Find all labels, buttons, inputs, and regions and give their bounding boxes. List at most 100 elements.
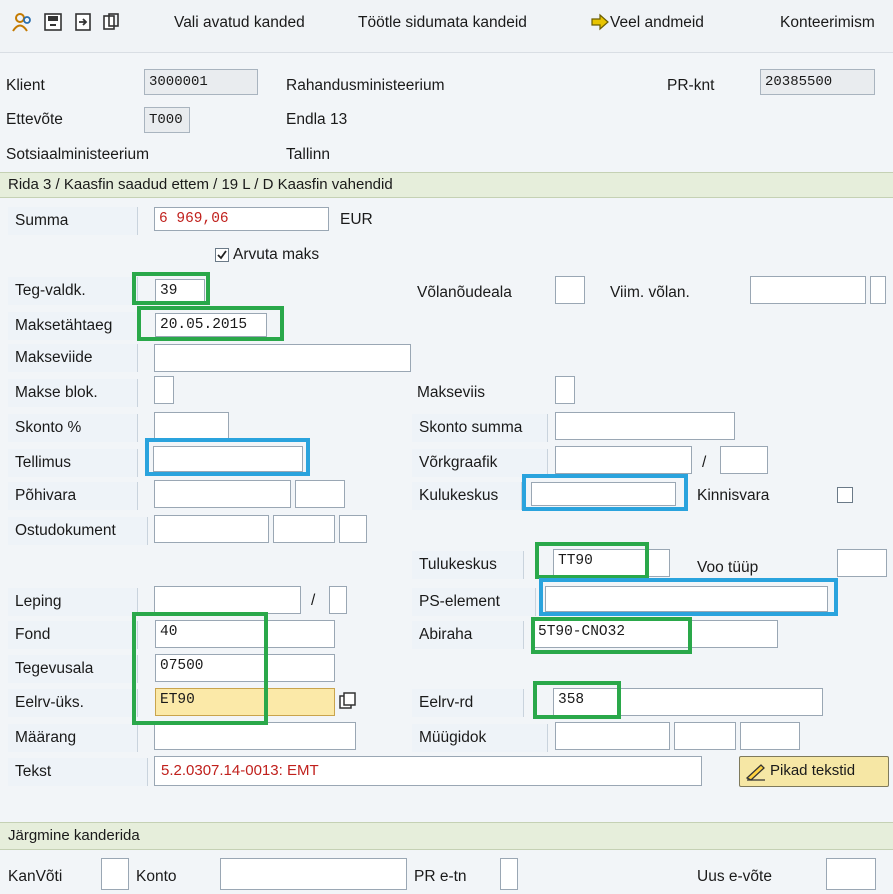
- ettevote-address: Endla 13: [286, 111, 348, 128]
- copy-icon[interactable]: [100, 11, 122, 33]
- makseviis-label: Makseviis: [417, 384, 486, 401]
- abiraha-label: Abiraha: [412, 621, 524, 649]
- skonto-summa-label: Skonto summa: [412, 414, 548, 442]
- arrow-right-icon: [589, 11, 611, 33]
- makseviide-input[interactable]: [154, 344, 411, 372]
- ostudokument-input-2[interactable]: [273, 515, 335, 543]
- skonto-input[interactable]: [154, 412, 229, 440]
- volanoudeala-label: Võlanõudeala: [417, 284, 512, 301]
- voo-tyyp-input[interactable]: [837, 549, 887, 577]
- highlight-teg-valdk: [132, 272, 210, 305]
- tulukeskus-label: Tulukeskus: [412, 551, 524, 579]
- vorkgraafik-input-2[interactable]: [720, 446, 768, 474]
- highlight-kulukeskus: [522, 474, 688, 511]
- save-document-icon[interactable]: [42, 11, 64, 33]
- vorkgraafik-label: Võrkgraafik: [412, 449, 548, 477]
- prknt-label: PR-knt: [667, 77, 715, 94]
- city: Tallinn: [286, 146, 330, 163]
- section-title-rida: Rida 3 / Kaasfin saadud ettem / 19 L / D…: [0, 172, 893, 198]
- ostudokument-input[interactable]: [154, 515, 269, 543]
- makseviis-input[interactable]: [555, 376, 575, 404]
- uus-evote-input[interactable]: [826, 858, 876, 890]
- vorkgraafik-slash: /: [702, 454, 707, 471]
- summa-input[interactable]: 6 969,06: [154, 207, 329, 231]
- arvuta-maks-checkbox[interactable]: [215, 248, 229, 262]
- ps-element-label: PS-element: [412, 588, 536, 616]
- pohivara-input[interactable]: [154, 480, 291, 508]
- ettevote-field[interactable]: T000: [144, 107, 190, 133]
- kinnisvara-checkbox[interactable]: [837, 487, 853, 503]
- vorkgraafik-input[interactable]: [555, 446, 692, 474]
- pr-etn-input[interactable]: [500, 858, 518, 890]
- klient-label: Klient: [6, 77, 45, 94]
- muugidok-input-3[interactable]: [740, 722, 800, 750]
- skonto-label: Skonto %: [8, 414, 138, 442]
- viim-volan-label: Viim. võlan.: [610, 284, 690, 301]
- pohivara-label: Põhivara: [8, 482, 138, 510]
- highlight-ps-element: [539, 578, 838, 616]
- maksetahtaeg-label: Maksetähtaeg: [8, 312, 138, 340]
- pikad-tekstid-label: Pikad tekstid: [770, 762, 856, 779]
- konto-label: Konto: [136, 868, 177, 885]
- leping-input-2[interactable]: [329, 586, 347, 614]
- fond-label: Fond: [8, 621, 138, 649]
- viim-volan-input-2[interactable]: [870, 276, 886, 304]
- ostudokument-input-3[interactable]: [339, 515, 367, 543]
- klient-name: Rahandusministeerium: [286, 77, 445, 94]
- kanvoti-label: KanVõti: [8, 868, 63, 885]
- section-title-jargmine: Järgmine kanderida: [0, 822, 893, 850]
- tootle-sidumata-button[interactable]: Töötle sidumata kandeid: [358, 14, 527, 32]
- pr-etn-label: PR e-tn: [414, 868, 467, 885]
- uus-evote-label: Uus e-võte: [697, 868, 772, 885]
- highlight-abiraha: [531, 617, 692, 654]
- leping-label: Leping: [8, 588, 138, 616]
- currency-label: EUR: [340, 211, 373, 228]
- klient-field[interactable]: 3000001: [144, 69, 258, 95]
- highlight-tellimus: [145, 438, 310, 476]
- kinnisvara-label: Kinnisvara: [697, 487, 770, 504]
- vali-avatud-kanded-button[interactable]: Vali avatud kanded: [174, 14, 305, 32]
- highlight-maksetahtaeg: [137, 306, 284, 341]
- konteerimis-button[interactable]: Konteerimism: [780, 14, 875, 32]
- tekst-input[interactable]: 5.2.0307.14-0013: EMT: [154, 756, 702, 786]
- eelrv-uks-label: Eelrv-üks.: [8, 689, 138, 717]
- kanvoti-input[interactable]: [101, 858, 129, 890]
- konto-input[interactable]: [220, 858, 407, 890]
- maarang-label: Määrang: [8, 724, 138, 752]
- document-arrow-icon[interactable]: [72, 11, 94, 33]
- ostudokument-label: Ostudokument: [8, 517, 148, 545]
- arvuta-maks-label: Arvuta maks: [233, 246, 320, 263]
- kulukeskus-label: Kulukeskus: [412, 482, 522, 510]
- pikad-tekstid-button[interactable]: Pikad tekstid: [739, 756, 889, 787]
- ettevote-label: Ettevõte: [6, 111, 63, 128]
- viim-volan-input[interactable]: [750, 276, 866, 304]
- value-help-icon[interactable]: [338, 691, 358, 711]
- summa-label: Summa: [8, 207, 138, 235]
- tellimus-label: Tellimus: [8, 449, 138, 477]
- org-name: Sotsiaalministeerium: [6, 146, 149, 163]
- pohivara-input-2[interactable]: [295, 480, 345, 508]
- highlight-tulukeskus: [535, 542, 649, 579]
- voo-tyyp-label: Voo tüüp: [697, 559, 759, 576]
- muugidok-input[interactable]: [555, 722, 670, 750]
- skonto-summa-input[interactable]: [555, 412, 735, 440]
- highlight-eelrv-rd: [533, 681, 621, 719]
- users-icon[interactable]: [12, 11, 34, 33]
- eelrv-rd-label: Eelrv-rd: [412, 689, 524, 717]
- tegevusala-label: Tegevusala: [8, 655, 138, 683]
- veel-andmeid-button[interactable]: Veel andmeid: [610, 14, 704, 32]
- maarang-input[interactable]: [154, 722, 356, 750]
- muugidok-input-2[interactable]: [674, 722, 736, 750]
- application-toolbar: Vali avatud kanded Töötle sidumata kande…: [0, 0, 893, 53]
- prknt-field[interactable]: 20385500: [760, 69, 875, 95]
- makseviide-label: Makseviide: [8, 344, 138, 372]
- tekst-label: Tekst: [8, 758, 148, 786]
- leping-slash: /: [311, 592, 316, 609]
- makse-blok-input[interactable]: [154, 376, 174, 404]
- leping-input[interactable]: [154, 586, 301, 614]
- teg-valdk-label: Teg-valdk.: [8, 277, 138, 305]
- muugidok-label: Müügidok: [412, 724, 548, 752]
- edit-text-icon: [745, 762, 767, 782]
- volanoudeala-input[interactable]: [555, 276, 585, 304]
- makse-blok-label: Makse blok.: [8, 379, 138, 407]
